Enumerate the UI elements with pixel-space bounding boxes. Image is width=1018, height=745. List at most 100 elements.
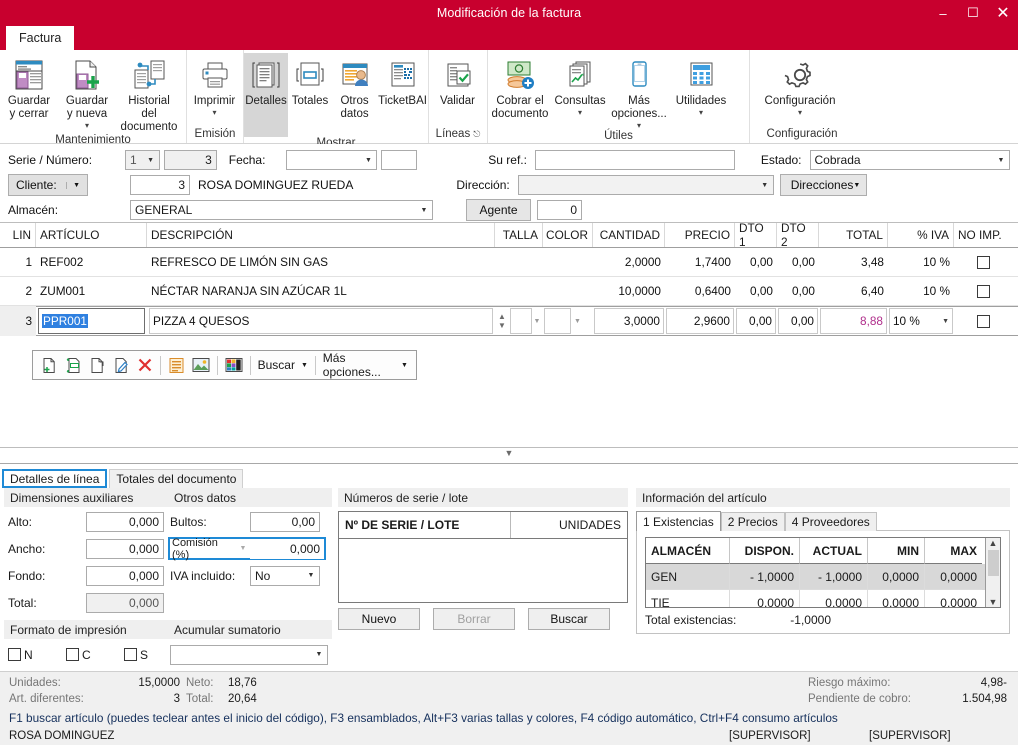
agente-button[interactable]: Agente [466,199,531,221]
formato-checkbox-c[interactable] [66,648,79,661]
chevron-down-icon[interactable]: ▼ [853,182,860,189]
su-ref-input[interactable] [534,150,735,170]
col-lin[interactable]: LIN [0,223,36,247]
delete-line-icon[interactable] [137,357,153,373]
chevron-down-icon[interactable]: ▼ [303,572,319,579]
chevron-down-icon[interactable]: ▼ [416,207,432,214]
chevron-down-icon[interactable]: ▼ [993,157,1009,164]
agente-input[interactable]: 0 [537,200,582,220]
tab-existencias[interactable]: 1 Existencias [636,511,721,531]
copy-line-icon[interactable] [89,357,106,374]
chevron-down-icon[interactable]: ▼ [571,318,584,325]
col-descripcion[interactable]: DESCRIPCIÓN [147,223,495,247]
new-line-icon[interactable] [41,357,58,374]
cell-articulo[interactable]: PPR001 [36,306,147,336]
chevron-down-icon[interactable]: ▼ [143,157,159,164]
col-dto1[interactable]: DTO 1 [735,221,777,249]
chevron-down-icon[interactable]: ▾ [85,122,89,130]
col-iva[interactable]: % IVA [888,223,954,247]
chevron-down-icon[interactable]: ▼ [360,157,376,164]
chevron-down-icon[interactable]: ▼ [942,318,949,325]
minimize-icon[interactable]: – [928,0,958,26]
button-utilidades[interactable]: Utilidades ▾ [670,53,732,117]
talla-spinner[interactable]: ▲ ▼ [496,312,508,330]
formato-checkbox-n[interactable] [8,648,21,661]
no-imp-checkbox[interactable] [976,255,990,269]
chevron-down-icon[interactable]: ▾ [798,109,802,117]
maximize-icon[interactable]: ☐ [958,0,988,26]
fondo-input[interactable]: 0,000 [86,565,164,586]
direccion-combo[interactable]: ▼ [517,175,774,195]
ancho-input[interactable]: 0,000 [86,538,164,559]
numero-input[interactable]: 3 [163,150,217,170]
scroll-up-icon[interactable]: ▲ [989,538,998,548]
buscar-dropdown[interactable]: Buscar ▼ [258,358,308,372]
button-cobrar-el-documento[interactable]: Cobrar el documento [488,53,552,121]
no-imp-checkbox[interactable] [976,314,990,328]
button-consultas[interactable]: Consultas ▾ [552,53,608,117]
iva-combo[interactable]: 10 % ▼ [889,308,953,334]
tab-totales-del-documento[interactable]: Totales del documento [109,469,244,488]
iva-incluido-combo[interactable]: No ▼ [250,565,320,586]
table-row[interactable]: 2 ZUM001 NÉCTAR NARANJA SIN AZÚCAR 1L 10… [0,277,1018,306]
chevron-down-icon[interactable]: ▼ [311,651,327,658]
tab-factura[interactable]: Factura [6,26,75,50]
chevron-down-icon[interactable]: ▼ [301,362,308,369]
mas-opciones-dropdown[interactable]: Más opciones... ▼ [323,351,408,379]
col-total[interactable]: TOTAL [819,223,888,247]
tab-proveedores[interactable]: 4 Proveedores [784,512,877,531]
cliente-code-input[interactable]: 3 [130,175,190,195]
scroll-down-icon[interactable]: ▼ [989,597,998,607]
cell-talla[interactable]: ▲ ▼ ▼ [495,306,543,336]
button-guardar-y-cerrar[interactable]: Guardar y cerrar [0,53,58,121]
chevron-down-icon[interactable]: ▾ [637,122,641,130]
cliente-button[interactable]: Cliente: ▼ [8,174,88,196]
chevron-down-icon[interactable]: ▾ [699,109,703,117]
button-totales[interactable]: Totales [288,53,332,108]
cell-precio[interactable]: 2,9600 [665,306,735,336]
edit-line-icon[interactable] [113,357,130,374]
colors-icon[interactable] [225,357,243,373]
total-input[interactable]: 8,88 [820,308,887,334]
button-ticketbai[interactable]: TicketBAI [377,53,428,108]
col-precio[interactable]: PRECIO [665,223,735,247]
button-configuracion[interactable]: Configuración ▾ [750,53,850,117]
tab-detalles-de-linea[interactable]: Detalles de línea [2,469,108,488]
no-imp-checkbox[interactable] [976,284,990,298]
existencias-table[interactable]: ALMACÉN DISPON. ACTUAL MIN MAX GEN - 1,0… [645,537,1001,608]
fecha-extra-input[interactable] [381,150,418,170]
formato-checkbox-s[interactable] [124,648,137,661]
talla-input[interactable] [510,308,532,334]
col-talla[interactable]: TALLA [495,223,543,247]
nuevo-button[interactable]: Nuevo [338,608,420,630]
dto1-input[interactable]: 0,00 [736,308,776,334]
serie-combo[interactable]: 1 ▼ [124,150,160,170]
col-articulo[interactable]: ARTÍCULO [36,223,147,247]
col-cantidad[interactable]: CANTIDAD [593,223,665,247]
chevron-down-icon[interactable]: ▼ [236,545,250,552]
col-dto2[interactable]: DTO 2 [777,221,819,249]
button-otros-datos[interactable]: Otros datos [332,53,377,121]
descripcion-input[interactable]: PIZZA 4 QUESOS [149,308,493,334]
button-guardar-y-nueva[interactable]: Guardar y nueva ▾ [58,53,116,130]
cell-dto2[interactable]: 0,00 [777,306,819,336]
dto2-input[interactable]: 0,00 [778,308,818,334]
chevron-down-icon[interactable]: ▼ [401,362,408,369]
tab-precios[interactable]: 2 Precios [720,512,785,531]
note-icon[interactable] [168,357,185,374]
bultos-input[interactable]: 0,00 [250,511,320,532]
comision-input[interactable]: 0,000 [250,538,324,559]
button-detalles[interactable]: Detalles [244,53,288,137]
buscar-button[interactable]: Buscar [528,608,610,630]
cell-dto1[interactable]: 0,00 [735,306,777,336]
button-validar[interactable]: Validar [429,53,486,108]
cell-total[interactable]: 8,88 [819,306,888,336]
table-row[interactable]: 1 REF002 REFRESCO DE LIMÓN SIN GAS 2,000… [0,248,1018,277]
button-imprimir[interactable]: Imprimir ▾ [187,53,242,117]
cell-descripcion[interactable]: PIZZA 4 QUESOS [147,306,495,336]
chevron-down-icon[interactable]: ▼ [66,181,80,189]
cell-iva[interactable]: 10 % ▼ [888,306,954,336]
col-color[interactable]: COLOR [543,223,593,247]
chevron-down-icon[interactable]: ▼ [532,318,542,325]
existencias-row[interactable]: TIE 0,0000 0,0000 0,0000 0,0000 [646,590,985,607]
